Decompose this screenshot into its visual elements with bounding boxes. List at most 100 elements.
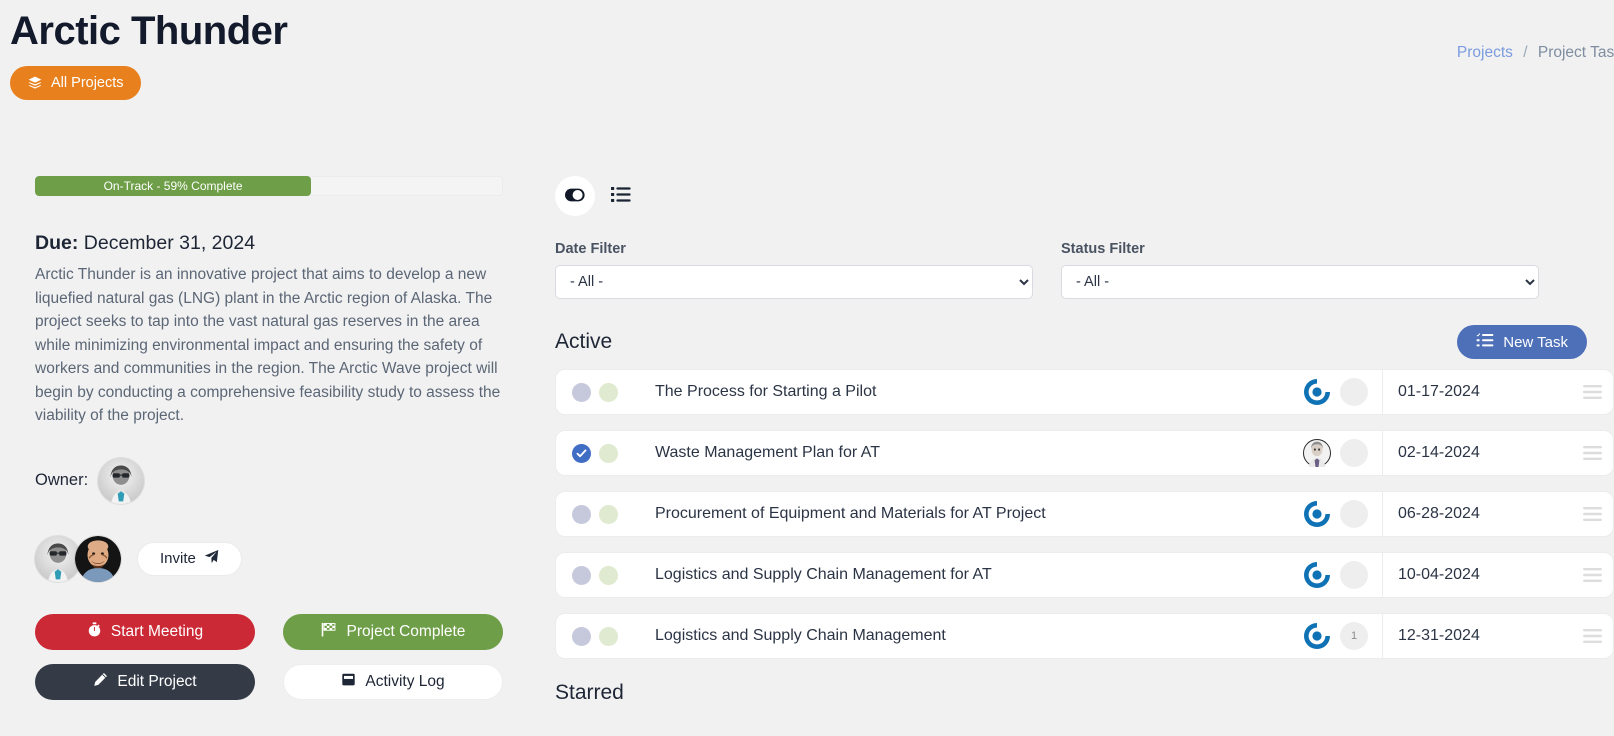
book-icon	[341, 672, 356, 692]
task-drag-handle[interactable]	[1571, 492, 1613, 536]
project-overview-panel: On-Track - 59% Complete Due: December 31…	[35, 176, 505, 700]
all-projects-button[interactable]: All Projects	[10, 66, 141, 100]
task-options-menu[interactable]	[1529, 431, 1571, 475]
task-assignees	[1303, 378, 1382, 406]
date-filter-group: Date Filter - All -	[555, 241, 1033, 299]
task-options-menu[interactable]	[1529, 492, 1571, 536]
task-status-dots	[556, 565, 618, 585]
power-badge-icon[interactable]	[1303, 500, 1331, 528]
activity-log-button[interactable]: Activity Log	[283, 663, 503, 700]
new-task-label: New Task	[1503, 333, 1568, 351]
date-filter-select[interactable]: - All -	[555, 265, 1033, 299]
table-row[interactable]: The Process for Starting a Pilot 01-17-2…	[555, 369, 1614, 415]
task-status-dots	[556, 626, 618, 646]
new-task-button[interactable]: New Task	[1457, 325, 1587, 359]
list-view-toggle[interactable]	[603, 178, 639, 214]
power-badge-icon[interactable]	[1303, 622, 1331, 650]
task-complete-checkbox[interactable]	[572, 382, 591, 402]
task-complete-checkbox[interactable]	[572, 443, 591, 463]
table-row[interactable]: Procurement of Equipment and Materials f…	[555, 491, 1614, 537]
table-row[interactable]: Logistics and Supply Chain Management fo…	[555, 552, 1614, 598]
due-label: Due:	[35, 232, 79, 254]
status-filter-group: Status Filter - All -	[1061, 241, 1539, 299]
secondary-assignee-badge[interactable]	[1340, 439, 1368, 467]
edit-project-label: Edit Project	[117, 672, 197, 690]
filters-row: Date Filter - All - Status Filter - All …	[555, 241, 1614, 299]
breadcrumb-projects-link[interactable]: Projects	[1457, 44, 1513, 61]
task-drag-handle[interactable]	[1571, 553, 1613, 597]
activity-log-label: Activity Log	[365, 672, 445, 690]
due-date-line: Due: December 31, 2024	[35, 232, 505, 255]
paper-plane-icon	[204, 549, 219, 568]
invite-button[interactable]: Invite	[137, 541, 242, 576]
project-complete-label: Project Complete	[346, 622, 466, 640]
owner-label: Owner:	[35, 471, 89, 489]
task-assignees	[1303, 500, 1382, 528]
start-meeting-button[interactable]: Start Meeting	[35, 613, 255, 650]
task-title[interactable]: Logistics and Supply Chain Management	[618, 627, 1303, 645]
member-avatar[interactable]	[75, 535, 121, 582]
secondary-assignee-badge[interactable]	[1340, 378, 1368, 406]
page-title: Arctic Thunder	[10, 9, 288, 53]
task-status-dot[interactable]	[599, 626, 618, 646]
task-complete-checkbox[interactable]	[572, 626, 591, 646]
board-view-toggle[interactable]	[555, 176, 595, 216]
task-options-menu[interactable]	[1529, 370, 1571, 414]
task-title[interactable]: Waste Management Plan for AT	[618, 444, 1303, 462]
task-due-date: 12-31-2024	[1382, 614, 1529, 658]
task-due-date: 02-14-2024	[1382, 431, 1529, 475]
progress-label: On-Track - 59% Complete	[103, 179, 243, 193]
breadcrumb: Projects / Project Task	[1457, 44, 1614, 62]
task-title[interactable]: The Process for Starting a Pilot	[618, 383, 1303, 401]
toggle-board-icon	[564, 187, 586, 206]
active-task-list: The Process for Starting a Pilot 01-17-2…	[555, 369, 1614, 659]
progress-bar: On-Track - 59% Complete	[35, 176, 503, 196]
active-section-title: Active	[555, 330, 613, 353]
start-meeting-label: Start Meeting	[110, 622, 204, 640]
task-complete-checkbox[interactable]	[572, 565, 591, 585]
task-status-dots	[556, 504, 618, 524]
breadcrumb-current: Project Task	[1537, 44, 1614, 61]
task-drag-handle[interactable]	[1571, 370, 1613, 414]
task-status-dot[interactable]	[599, 382, 618, 402]
due-date-value: December 31, 2024	[83, 232, 256, 254]
breadcrumb-separator: /	[1523, 44, 1528, 61]
table-row[interactable]: Logistics and Supply Chain Management 1 …	[555, 613, 1614, 659]
task-status-dots	[556, 382, 618, 402]
task-assignees: 1	[1303, 622, 1382, 650]
task-due-date: 06-28-2024	[1382, 492, 1529, 536]
task-options-menu[interactable]	[1529, 553, 1571, 597]
task-title[interactable]: Logistics and Supply Chain Management fo…	[618, 566, 1303, 584]
owner-avatar[interactable]	[98, 457, 145, 504]
status-filter-label: Status Filter	[1061, 241, 1145, 257]
task-status-dot[interactable]	[599, 443, 618, 463]
secondary-assignee-badge[interactable]	[1340, 561, 1368, 589]
project-complete-button[interactable]: Project Complete	[283, 613, 503, 650]
stopwatch-icon	[87, 621, 102, 642]
power-badge-icon[interactable]	[1303, 378, 1331, 406]
status-filter-select[interactable]: - All -	[1061, 265, 1539, 299]
project-task-page: Arctic Thunder All Projects Projects / P…	[0, 0, 1614, 736]
table-row[interactable]: Waste Management Plan for AT 02-14-2024	[555, 430, 1614, 476]
task-status-dot[interactable]	[599, 504, 618, 524]
project-description: Arctic Thunder is an innovative project …	[35, 266, 501, 424]
owner-row: Owner:	[35, 457, 505, 504]
starred-section-title: Starred	[555, 681, 624, 704]
task-complete-checkbox[interactable]	[572, 504, 591, 524]
edit-project-button[interactable]: Edit Project	[35, 663, 255, 700]
task-list-icon	[1476, 332, 1494, 352]
task-drag-handle[interactable]	[1571, 431, 1613, 475]
assignee-avatar[interactable]	[1303, 439, 1331, 467]
task-options-menu[interactable]	[1529, 614, 1571, 658]
task-status-dot[interactable]	[599, 565, 618, 585]
task-drag-handle[interactable]	[1571, 614, 1613, 658]
secondary-assignee-badge[interactable]	[1340, 500, 1368, 528]
task-due-date: 10-04-2024	[1382, 553, 1529, 597]
project-members-row: Invite	[35, 535, 505, 582]
invite-label: Invite	[160, 550, 196, 567]
task-assignees	[1303, 439, 1382, 467]
power-badge-icon[interactable]	[1303, 561, 1331, 589]
secondary-assignee-badge[interactable]: 1	[1340, 622, 1368, 650]
task-title[interactable]: Procurement of Equipment and Materials f…	[618, 505, 1303, 523]
view-toggle-group	[555, 176, 1614, 216]
